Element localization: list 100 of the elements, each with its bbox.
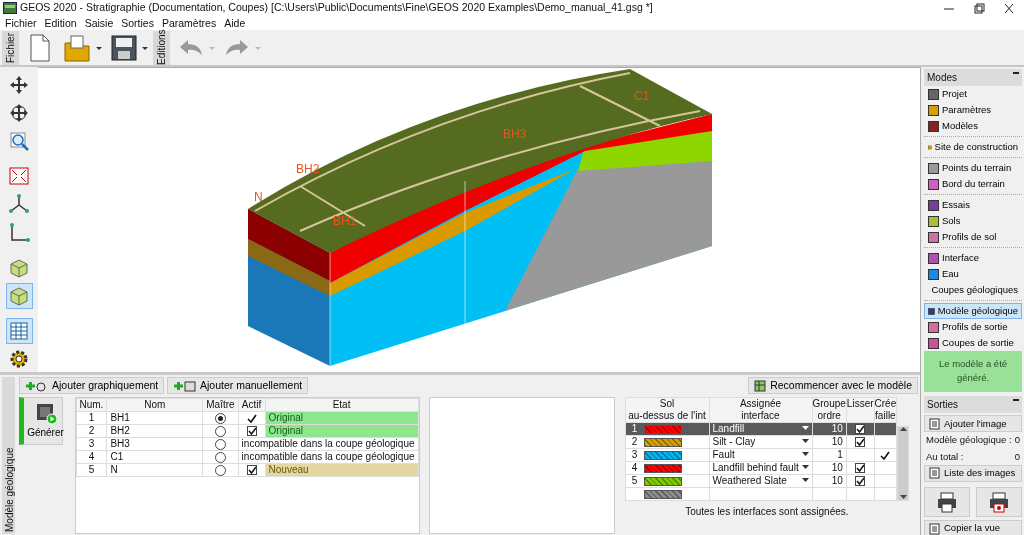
scroll-up-icon[interactable] bbox=[899, 426, 907, 432]
mode-item[interactable]: Site de construction bbox=[924, 139, 1022, 155]
table-cell: C1 bbox=[106, 450, 203, 464]
three-axes-icon bbox=[8, 193, 30, 216]
row-number: 1 bbox=[630, 422, 639, 435]
print-button[interactable] bbox=[976, 487, 1022, 518]
menu-item[interactable]: Sorties bbox=[120, 16, 155, 30]
row-number: 3 bbox=[630, 448, 639, 461]
mode-icon bbox=[928, 305, 935, 317]
table-cell: 10 bbox=[812, 435, 847, 449]
row-number: 1 bbox=[76, 411, 107, 425]
checkbox[interactable] bbox=[855, 476, 866, 487]
mode-icon bbox=[928, 104, 939, 116]
count-label: Au total : bbox=[926, 449, 964, 464]
add-button[interactable]: Ajouter manuellement bbox=[167, 377, 309, 394]
point-label: N bbox=[254, 190, 263, 204]
document-icon bbox=[929, 417, 941, 430]
mode-item[interactable]: Profils de sortie bbox=[924, 319, 1022, 335]
column-header[interactable]: Nom bbox=[106, 398, 203, 412]
menu-item[interactable]: Saisie bbox=[83, 16, 115, 30]
mode-icon bbox=[928, 252, 939, 264]
state-cell: incompatible dans la coupe géologique bbox=[238, 437, 418, 451]
mode-item[interactable]: Coupes géologiques bbox=[924, 282, 1022, 298]
table-cell: BH2 bbox=[106, 424, 203, 438]
menu-item[interactable]: Paramètres bbox=[160, 16, 218, 30]
checkbox[interactable] bbox=[855, 437, 866, 448]
mode-item[interactable]: Projet bbox=[924, 86, 1022, 102]
print-button[interactable] bbox=[924, 487, 970, 518]
mode-item[interactable]: Eau bbox=[924, 266, 1022, 282]
restart-button[interactable]: Recommencer avec le modèle bbox=[748, 377, 918, 394]
status-message: Le modèle a été généré. bbox=[924, 351, 1022, 392]
image-list-button[interactable]: Liste des images bbox=[924, 464, 1022, 482]
menu-item[interactable]: Aide bbox=[223, 16, 247, 30]
panel-title: Modes bbox=[927, 71, 957, 85]
side-tab[interactable]: Modèle géologique bbox=[2, 377, 15, 534]
menu-item[interactable]: Edition bbox=[43, 16, 78, 30]
table-cell: 10 bbox=[812, 474, 847, 488]
mode-icon bbox=[928, 337, 939, 349]
mode-item[interactable]: Modèles bbox=[924, 118, 1022, 134]
two-axes-icon bbox=[8, 221, 30, 244]
column-header[interactable]: Groupe bbox=[812, 397, 846, 410]
row-number: 5 bbox=[76, 463, 107, 477]
document-icon bbox=[929, 467, 941, 480]
row-number: 3 bbox=[76, 437, 107, 451]
table-cell: BH1 bbox=[106, 411, 203, 425]
table-cell: 1 bbox=[812, 448, 847, 462]
collapse-icon[interactable] bbox=[1013, 70, 1019, 74]
status-text: Toutes les interfaces sont assignées. bbox=[685, 504, 849, 519]
count-value: 0 bbox=[1014, 433, 1020, 448]
mode-item[interactable]: Interface bbox=[924, 250, 1022, 266]
column-header[interactable]: faille bbox=[874, 409, 897, 422]
mode-item[interactable]: Paramètres bbox=[924, 102, 1022, 118]
toolbar-group-label: Fichier bbox=[2, 30, 19, 65]
window-title: GEOS 2020 - Stratigraphie (Documentation, Coupes) [C:\Users\Public\Documents\Fine\GEOS 2020 Examples\Demo_manual_41.gsg *] bbox=[20, 0, 654, 16]
row-number: 5 bbox=[630, 474, 639, 487]
table-grid-icon bbox=[8, 320, 30, 343]
cube-icon bbox=[8, 285, 30, 308]
app-icon bbox=[3, 2, 17, 14]
menu-item[interactable]: Fichier bbox=[4, 16, 38, 30]
scroll-down-icon[interactable] bbox=[899, 494, 907, 500]
column-header[interactable]: Assignée bbox=[709, 397, 812, 410]
checkbox[interactable] bbox=[855, 463, 866, 474]
add-image-button[interactable]: Ajouter l'image bbox=[924, 415, 1022, 433]
fit-extent-icon bbox=[8, 165, 30, 188]
column-header[interactable]: Etat bbox=[265, 398, 418, 412]
copy-view-button[interactable]: Copier la vue bbox=[924, 520, 1022, 535]
mode-icon bbox=[928, 268, 939, 280]
table-cell: 10 bbox=[812, 461, 847, 475]
generate-button[interactable]: Générer bbox=[19, 396, 63, 445]
collapse-icon[interactable] bbox=[1013, 396, 1019, 401]
mode-item[interactable]: Bord du terrain bbox=[924, 176, 1022, 192]
zoom-icon bbox=[8, 130, 30, 153]
scrollbar[interactable] bbox=[897, 425, 910, 501]
column-header[interactable]: ordre bbox=[812, 409, 846, 422]
mode-item[interactable]: Modèle géologique bbox=[924, 303, 1022, 319]
row-number: 4 bbox=[630, 461, 639, 474]
mode-item[interactable]: Profils de sol bbox=[924, 229, 1022, 245]
count-value: 0 bbox=[1014, 449, 1020, 464]
mode-item[interactable]: Essais bbox=[924, 197, 1022, 213]
checkbox[interactable] bbox=[246, 426, 257, 437]
checkbox[interactable] bbox=[246, 465, 257, 476]
count-label: Modèle géologique : bbox=[926, 433, 1012, 448]
column-header[interactable]: Actif bbox=[238, 398, 266, 412]
checkbox[interactable] bbox=[855, 424, 866, 435]
row-number: 2 bbox=[630, 435, 639, 448]
column-header[interactable]: Maître bbox=[202, 398, 239, 412]
column-header[interactable]: interface bbox=[709, 409, 812, 422]
column-header[interactable]: au-dessus de l'int bbox=[625, 409, 709, 422]
mode-icon bbox=[928, 88, 939, 100]
plus-icon bbox=[25, 379, 48, 392]
row-number: 2 bbox=[76, 424, 107, 438]
column-header[interactable]: Num. bbox=[76, 398, 107, 412]
column-header[interactable]: Sol bbox=[625, 397, 709, 410]
printer-icon bbox=[988, 491, 1010, 514]
mode-item[interactable]: Coupes de sortie bbox=[924, 335, 1022, 351]
mode-icon bbox=[928, 215, 939, 227]
add-button[interactable]: Ajouter graphiquement bbox=[19, 377, 165, 394]
column-header[interactable]: Crée bbox=[874, 397, 897, 410]
mode-item[interactable]: Sols bbox=[924, 213, 1022, 229]
mode-item[interactable]: Points du terrain bbox=[924, 160, 1022, 176]
